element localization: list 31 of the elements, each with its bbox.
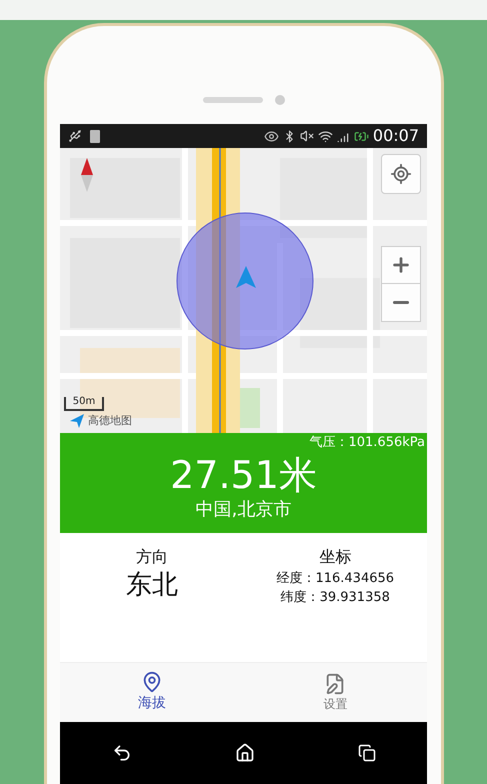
zoom-in-button[interactable] xyxy=(381,246,421,284)
document-edit-icon xyxy=(324,672,346,694)
pressure-reading: 气压：101.656kPa xyxy=(309,434,426,452)
paper-plane-logo-icon xyxy=(70,414,84,428)
clock-time: 00:07 xyxy=(372,125,419,147)
home-icon[interactable] xyxy=(234,743,254,763)
locate-icon xyxy=(390,163,412,185)
speaker-grille xyxy=(202,97,262,103)
map-provider-logo: 高德地图 xyxy=(88,412,132,428)
coordinates-label: 坐标 xyxy=(319,546,352,568)
plus-icon xyxy=(390,254,412,276)
recent-apps-icon[interactable] xyxy=(358,744,376,762)
minus-icon xyxy=(393,301,409,304)
altitude-reading: 27.51米 xyxy=(170,453,317,497)
scale-label: 50m xyxy=(72,397,96,409)
camera-lens xyxy=(274,95,284,105)
mute-icon xyxy=(300,129,314,143)
longitude-reading: 经度：116.434656 xyxy=(276,570,394,588)
sim-card-icon xyxy=(90,130,100,142)
latitude-reading: 纬度：39.931358 xyxy=(280,589,390,607)
wifi-icon xyxy=(318,128,333,144)
usb-icon xyxy=(68,129,82,143)
locate-button[interactable] xyxy=(381,154,421,194)
eye-icon xyxy=(264,128,279,144)
back-icon[interactable] xyxy=(112,743,132,763)
zoom-out-button[interactable] xyxy=(381,284,421,322)
compass-needle-icon xyxy=(81,158,93,192)
location-name: 中国,北京市 xyxy=(196,498,292,522)
direction-value: 东北 xyxy=(126,569,178,601)
direction-label: 方向 xyxy=(136,546,168,568)
map-view[interactable]: 50m 高德地图 xyxy=(60,148,427,433)
